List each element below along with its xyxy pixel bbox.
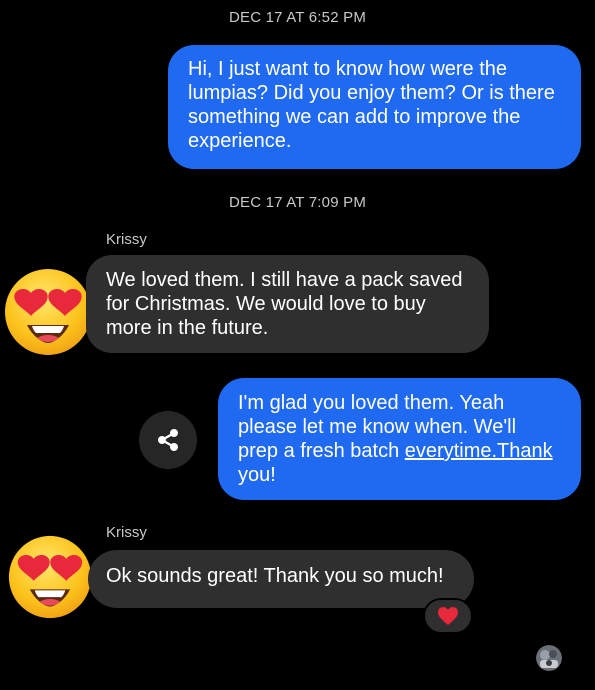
heart-eyes-emoji-icon[interactable] xyxy=(7,534,93,625)
sender-name: Krissy xyxy=(106,524,147,541)
incoming-message-bubble[interactable]: We loved them. I still have a pack saved… xyxy=(86,255,489,353)
heart-reaction[interactable] xyxy=(423,598,473,634)
message-text: We loved them. I still have a pack saved… xyxy=(106,269,463,339)
share-button[interactable] xyxy=(139,411,197,469)
outgoing-message-bubble[interactable]: I'm glad you loved them. Yeah please let… xyxy=(218,378,581,500)
outgoing-message-bubble[interactable]: Hi, I just want to know how were the lum… xyxy=(168,45,581,169)
incoming-message-bubble[interactable]: Ok sounds great! Thank you so much! xyxy=(88,550,474,608)
seen-avatar-icon[interactable] xyxy=(536,645,562,671)
share-icon xyxy=(158,429,178,451)
heart-eyes-emoji-icon[interactable] xyxy=(3,267,93,362)
message-text-segment: you! xyxy=(238,464,276,486)
message-text: Ok sounds great! Thank you so much! xyxy=(106,565,444,587)
message-text: Hi, I just want to know how were the lum… xyxy=(188,58,555,152)
message-text: I'm glad you loved them. Yeah please let… xyxy=(238,391,561,487)
timestamp: DEC 17 AT 7:09 PM xyxy=(228,194,367,211)
heart-icon xyxy=(438,607,458,625)
timestamp: DEC 17 AT 6:52 PM xyxy=(228,9,367,26)
message-link[interactable]: everytime.Thank xyxy=(405,440,553,462)
sender-name: Krissy xyxy=(106,231,147,248)
